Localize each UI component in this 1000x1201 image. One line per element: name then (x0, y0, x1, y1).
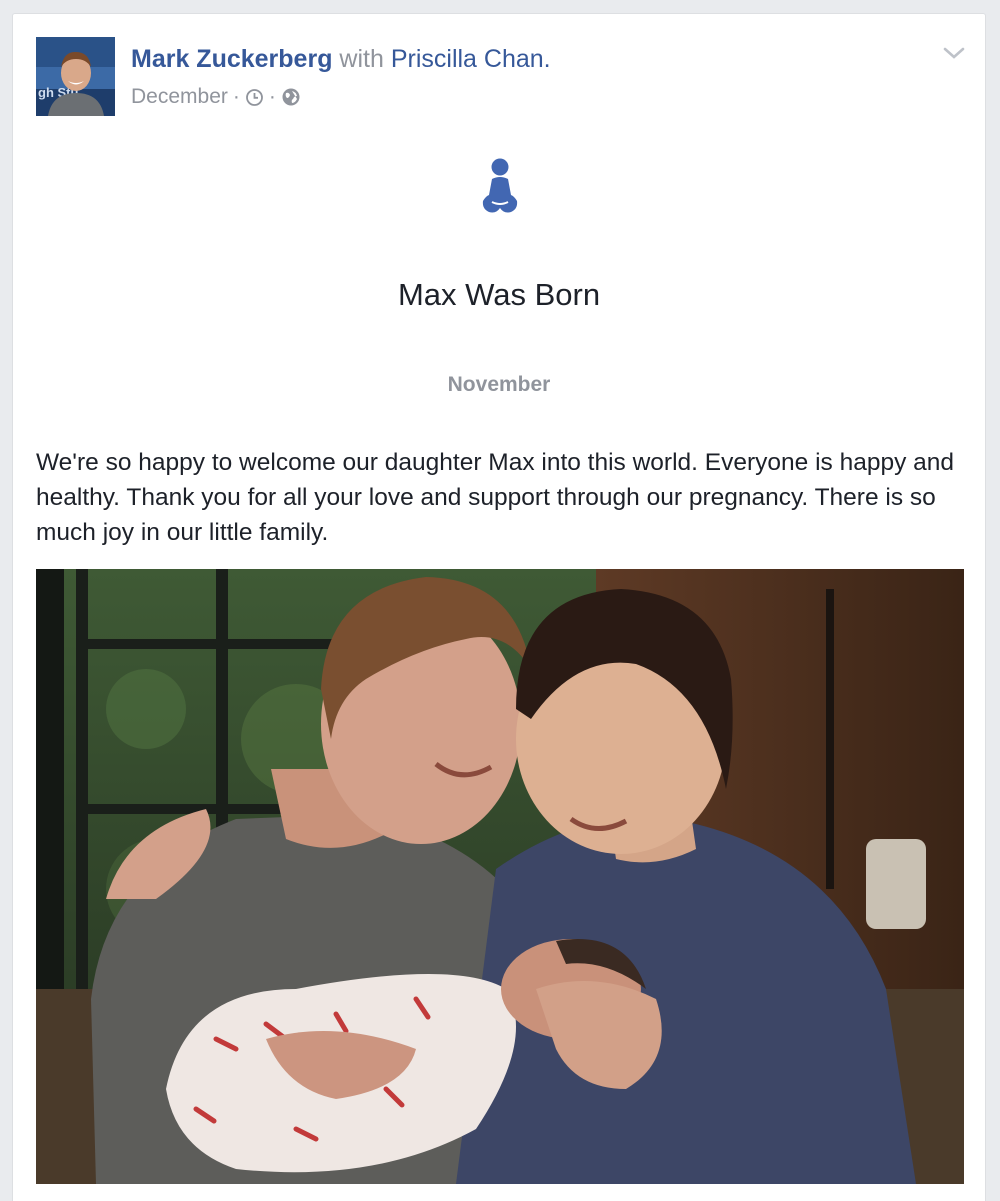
meta-separator: · (268, 85, 276, 108)
post-date-link[interactable]: December (131, 84, 228, 110)
post-meta: December · · (131, 84, 301, 110)
with-text: with (339, 45, 384, 73)
clock-icon[interactable] (245, 88, 264, 107)
baby-icon (478, 157, 522, 219)
post-photo[interactable] (36, 569, 964, 1184)
tagged-person-link[interactable]: Priscilla Chan. (391, 45, 551, 73)
post-card: gh Stu Mark Zuckerberg with Priscilla Ch… (12, 13, 986, 1201)
post-header: Mark Zuckerberg with Priscilla Chan. (131, 43, 551, 75)
post-text: We're so happy to welcome our daughter M… (36, 449, 955, 546)
profile-avatar[interactable]: gh Stu (36, 37, 115, 116)
life-event-title: Max Was Born (397, 277, 601, 312)
author-name-link[interactable]: Mark Zuckerberg (131, 45, 332, 73)
globe-icon[interactable] (281, 87, 301, 107)
meta-separator: · (232, 85, 240, 108)
family-photo (36, 569, 964, 1184)
life-event-date: November (447, 373, 551, 396)
chevron-down-icon[interactable] (941, 44, 967, 62)
avatar-image: gh Stu (36, 37, 115, 116)
